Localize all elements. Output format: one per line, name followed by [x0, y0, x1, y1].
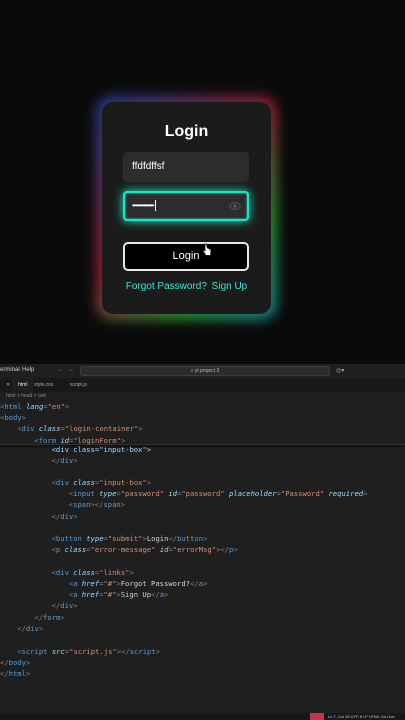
tab-bar: ✕ html style.css script.js — [0, 378, 405, 392]
eye-icon[interactable] — [229, 200, 241, 212]
sign-up-link[interactable]: Sign Up — [212, 281, 248, 292]
username-input[interactable]: ffdfdffsf — [123, 152, 249, 182]
hand-cursor-icon — [202, 243, 212, 256]
code-line: </html> — [0, 669, 31, 678]
text-caret — [154, 199, 156, 211]
status-bar: Ln 7, Col 26 UTF-8 LF HTML Go Live — [0, 713, 405, 720]
code-line: <html lang="en"> — [0, 402, 70, 411]
code-line: <a href="#">Forgot Password?</a> — [68, 579, 208, 588]
username-value: ffdfdffsf — [132, 161, 165, 172]
browser-preview: Login ffdfdffsf •••••••••••• Login Forgo… — [0, 0, 405, 364]
forward-arrow-icon[interactable]: → — [68, 367, 74, 373]
remote-indicator[interactable] — [310, 713, 324, 720]
code-line: <div class="input-box"> — [51, 478, 152, 487]
code-line: <script src="script.js"></script> — [17, 647, 161, 656]
code-line: <form id="loginForm"> — [34, 436, 126, 445]
code-line: <p class="error-message" id="errorMsg"><… — [51, 545, 238, 554]
tab-style-css[interactable]: style.css — [28, 378, 59, 392]
code-line: </div> — [51, 512, 78, 521]
code-line: </form> — [34, 613, 65, 622]
search-text: yt project 3 — [194, 368, 220, 374]
code-line: <div class="links"> — [51, 568, 134, 577]
code-line: <body> — [0, 413, 26, 422]
code-line: </div> — [17, 624, 44, 633]
login-title: Login — [164, 123, 209, 140]
code-line: <span></span> — [68, 500, 126, 509]
code-line: </div> — [51, 601, 78, 610]
code-editor[interactable]: <div class="input-box"> <html lang="en"> <… — [0, 401, 405, 713]
status-text: Ln 7, Col 26 UTF-8 LF HTML Go Live — [328, 714, 395, 719]
tab-script-js[interactable]: script.js — [64, 378, 93, 392]
code-line: <a href="#">Sign Up</a> — [68, 590, 169, 599]
code-line: </div> — [51, 456, 78, 465]
code-line: <input type="password" id="password" pla… — [68, 489, 368, 498]
command-search[interactable]: ⌕ yt project 3 — [80, 366, 330, 376]
forgot-password-link[interactable]: Forgot Password? — [126, 281, 207, 292]
code-line: <div class="login-container"> — [17, 424, 143, 433]
menu-help[interactable]: Help — [22, 367, 34, 373]
password-input[interactable]: •••••••••••• — [123, 191, 249, 221]
back-arrow-icon[interactable]: ← — [57, 367, 63, 373]
menu-terminal[interactable]: erminal — [0, 367, 20, 373]
copilot-icon[interactable]: ◎▾ — [336, 367, 344, 374]
menu-bar: erminal Help ← → ⌕ yt project 3 ◎▾ — [0, 364, 405, 378]
links-row: Forgot Password? Sign Up — [102, 281, 271, 292]
code-line: <button type="submit">Login</button> — [51, 534, 208, 543]
password-value: •••••••••••• — [132, 201, 155, 210]
code-line: </body> — [0, 658, 31, 667]
breadcrumb[interactable]: html > head > ook — [0, 392, 405, 401]
login-button[interactable]: Login — [123, 242, 249, 271]
